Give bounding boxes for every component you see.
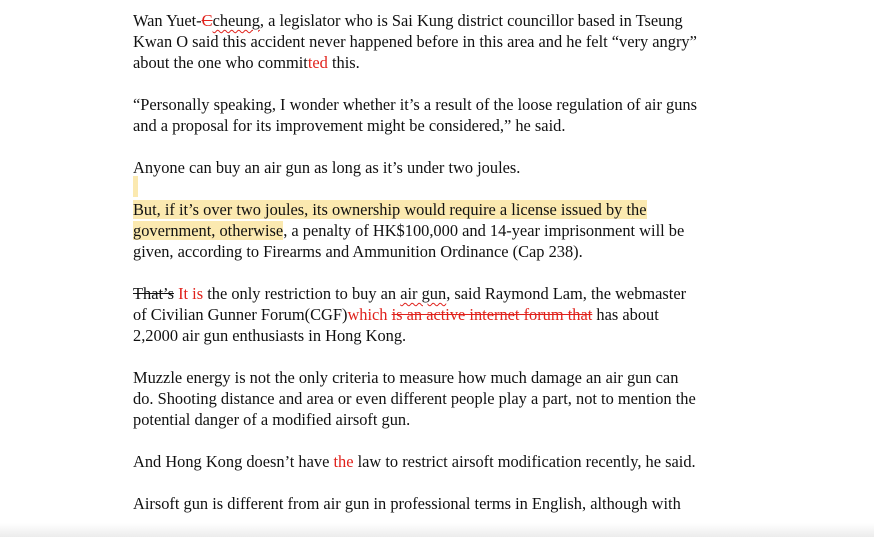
tracked-deletion: That’s — [133, 284, 174, 303]
paragraph-8: Airsoft gun is different from air gun in… — [133, 493, 773, 514]
paragraph-1: Wan Yuet-Ccheung, a legislator who is Sa… — [133, 10, 773, 73]
text-line: And Hong Kong doesn’t have the law to re… — [133, 451, 773, 472]
tracked-deletion: is an active internet forum that — [391, 305, 593, 324]
page-bottom-edge — [0, 523, 874, 537]
text-run: Wan Yuet- — [133, 11, 202, 30]
text-line: Wan Yuet-Ccheung, a legislator who is Sa… — [133, 10, 773, 31]
spelling-flagged-word[interactable]: cheung — [213, 11, 260, 30]
text-line: Airsoft gun is different from air gun in… — [133, 494, 681, 513]
text-run: about the one who commit — [133, 53, 308, 72]
paragraph-6: Muzzle energy is not the only criteria t… — [133, 367, 773, 430]
text-line: government, otherwise, a penalty of HK$1… — [133, 220, 773, 241]
paragraph-2: “Personally speaking, I wonder whether i… — [133, 94, 773, 136]
text-run: law to restrict airsoft modification rec… — [353, 452, 696, 471]
text-run: has about — [592, 305, 659, 324]
text-line: 2,2000 air gun enthusiasts in Hong Kong. — [133, 326, 407, 345]
paragraph-3: Anyone can buy an air gun as long as it’… — [133, 157, 773, 178]
tracked-insertion: ted — [307, 53, 328, 72]
highlighted-text[interactable]: But, if it’s over two joules, its owners… — [133, 200, 647, 219]
paragraph-4: But, if it’s over two joules, its owners… — [133, 199, 773, 262]
text-run: the only restriction to buy an — [203, 284, 401, 303]
text-line: given, according to Firearms and Ammunit… — [133, 242, 583, 261]
text-line: Anyone can buy an air gun as long as it’… — [133, 158, 521, 177]
document-page: Wan Yuet-Ccheung, a legislator who is Sa… — [0, 0, 874, 537]
text-line: potential danger of a modified airsoft g… — [133, 410, 411, 429]
tracked-deletion: C — [201, 11, 213, 30]
highlight-marker — [133, 176, 138, 197]
text-run: of Civilian Gunner Forum(CGF) — [133, 305, 348, 324]
tracked-insertion: It is — [173, 284, 204, 303]
text-run: And Hong Kong doesn’t have — [133, 452, 334, 471]
paragraph-7: And Hong Kong doesn’t have the law to re… — [133, 451, 773, 472]
text-run: , a legislator who is Sai Kung district … — [259, 11, 683, 30]
text-line: “Personally speaking, I wonder whether i… — [133, 95, 697, 114]
paragraph-5: That’s It is the only restriction to buy… — [133, 283, 773, 346]
text-line: But, if it’s over two joules, its owners… — [133, 199, 773, 220]
highlighted-text[interactable]: government, otherwise — [133, 221, 284, 240]
text-line: do. Shooting distance and area or even d… — [133, 389, 696, 408]
text-line: and a proposal for its improvement might… — [133, 116, 566, 135]
spelling-flagged-word[interactable]: air gun — [400, 284, 446, 303]
text-line: about the one who committed this. — [133, 52, 773, 73]
tracked-insertion: which — [347, 305, 392, 324]
text-run: , a penalty of HK$100,000 and 14-year im… — [283, 221, 685, 240]
tracked-insertion: the — [333, 452, 354, 471]
text-line: Kwan O said this accident never happened… — [133, 32, 697, 51]
text-run: , said Raymond Lam, the webmaster — [446, 284, 687, 303]
text-line: That’s It is the only restriction to buy… — [133, 283, 773, 304]
text-run: this. — [327, 53, 360, 72]
text-line: of Civilian Gunner Forum(CGF)which is an… — [133, 304, 773, 325]
text-line: Muzzle energy is not the only criteria t… — [133, 368, 679, 387]
